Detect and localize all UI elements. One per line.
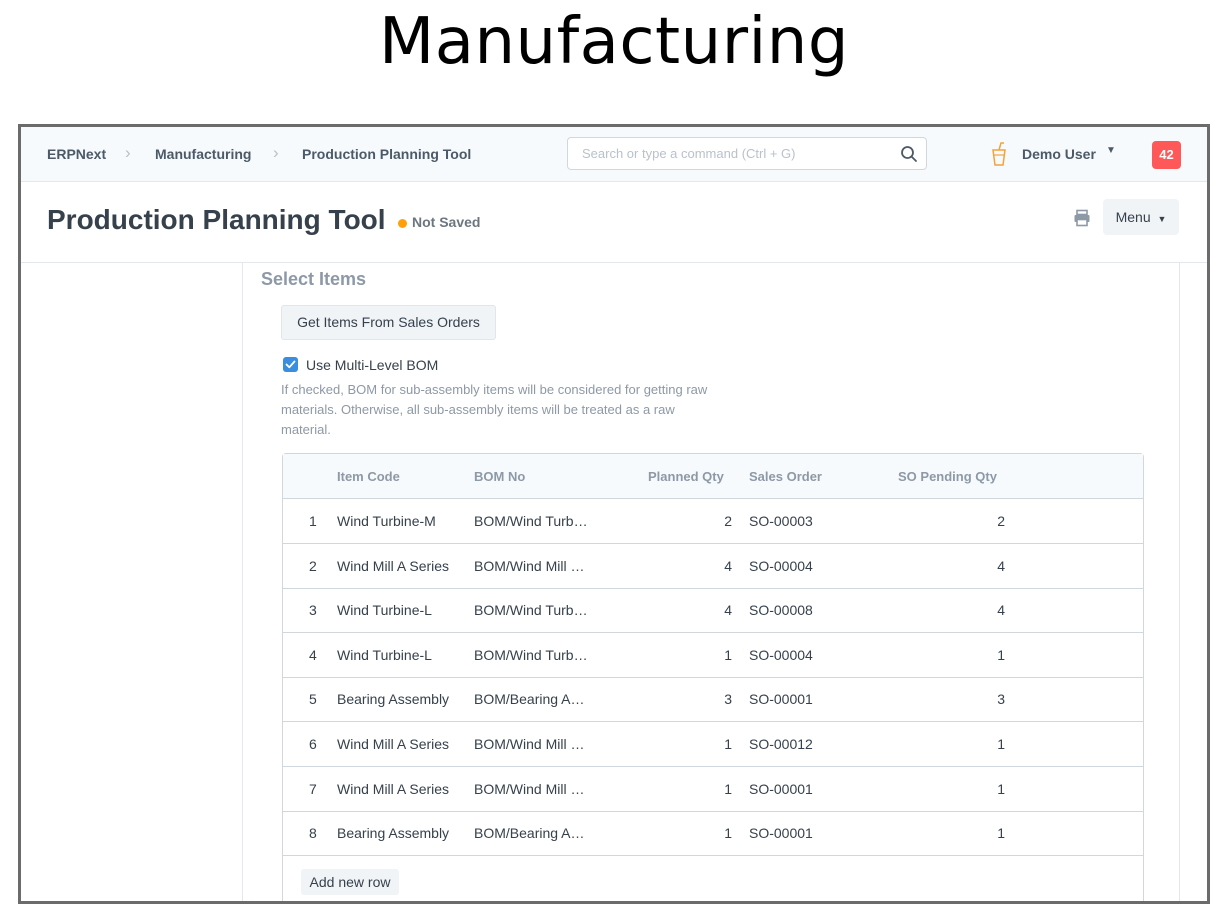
cell-so-pending-qty: 4 — [997, 602, 1005, 619]
table-row[interactable]: 1 Wind Turbine-M BOM/Wind Turb… 2 SO-00003 2 — [283, 499, 1143, 544]
cell-item-code: Bearing Assembly — [337, 691, 450, 708]
cell-planned-qty: 4 — [724, 557, 732, 574]
slide-title: Manufacturing — [379, 5, 849, 79]
table-row[interactable]: 6 Wind Mill A Series BOM/Wind Mill … 1 SO-00… — [283, 722, 1143, 767]
cell-so-pending-qty: 2 — [997, 513, 1005, 529]
row-index: 1 — [309, 513, 317, 529]
cell-planned-qty: 1 — [724, 780, 732, 797]
row-index: 2 — [309, 557, 317, 574]
row-index: 5 — [309, 691, 317, 708]
cell-bom-no: BOM/Wind Turb… — [474, 646, 588, 663]
table-row[interactable]: 7 Wind Mill A Series BOM/Wind Mill … 1 SO-00… — [283, 767, 1143, 812]
cell-item-code: Wind Mill A Series — [337, 557, 450, 574]
cell-planned-qty: 3 — [724, 691, 732, 708]
row-index: 6 — [309, 736, 317, 752]
cell-bom-no: BOM/Bearing A… — [474, 825, 585, 842]
cell-bom-no: BOM/Wind Turb… — [474, 513, 588, 529]
cell-bom-no: BOM/Wind Mill … — [474, 780, 585, 797]
cell-bom-no: BOM/Bearing A… — [474, 691, 585, 708]
cell-sales-order: SO-00004 — [749, 646, 813, 663]
cell-bom-no: BOM/Wind Mill … — [474, 736, 585, 752]
table-header: Item Code BOM No Planned Qty Sales Order… — [283, 454, 1143, 499]
help-text: If checked, BOM for sub-assembly items w… — [281, 382, 708, 437]
column-header-item-code: Item Code — [337, 469, 400, 484]
checkmark-icon — [285, 360, 296, 369]
cell-sales-order: SO-00012 — [749, 736, 813, 752]
table-row[interactable]: 4 Wind Turbine-L BOM/Wind Turb… 1 SO-00004 1 — [283, 633, 1143, 678]
cell-sales-order: SO-00001 — [749, 691, 813, 708]
cell-so-pending-qty: 1 — [997, 825, 1005, 842]
row-index: 8 — [309, 825, 317, 842]
section-title: Select Items — [261, 269, 367, 289]
cell-so-pending-qty: 4 — [997, 557, 1005, 574]
cell-planned-qty: 1 — [724, 646, 732, 663]
cell-bom-no: BOM/Wind Turb… — [474, 602, 588, 619]
app-window: ERPNext › Manufacturing › Production Pla… — [18, 124, 1210, 904]
cell-item-code: Wind Mill A Series — [337, 780, 450, 797]
cell-so-pending-qty: 1 — [997, 646, 1005, 663]
cell-sales-order: SO-00008 — [749, 602, 813, 619]
column-header-so-pending-qty: SO Pending Qty — [898, 469, 997, 484]
row-index: 7 — [309, 780, 317, 797]
cell-so-pending-qty: 1 — [997, 736, 1005, 752]
items-table: Item Code BOM No Planned Qty Sales Order… — [282, 453, 1144, 901]
cell-planned-qty: 2 — [724, 513, 732, 529]
cell-planned-qty: 1 — [724, 736, 732, 752]
add-new-row-button[interactable]: Add new row — [301, 869, 399, 895]
table-row[interactable]: 8 Bearing Assembly BOM/Bearing A… 1 SO-00001… — [283, 811, 1143, 857]
cell-item-code: Bearing Assembly — [337, 825, 450, 842]
row-index: 3 — [309, 602, 317, 619]
cell-so-pending-qty: 3 — [997, 691, 1005, 708]
column-header-sales-order: Sales Order — [749, 469, 822, 484]
cell-planned-qty: 4 — [724, 602, 732, 619]
cell-bom-no: BOM/Wind Mill … — [474, 557, 585, 574]
column-header-bom-no: BOM No — [474, 469, 526, 484]
get-items-from-sales-orders-button[interactable]: Get Items From Sales Orders — [281, 305, 496, 340]
table-row[interactable]: 3 Wind Turbine-L BOM/Wind Turb… 4 SO-00008 4 — [283, 588, 1143, 634]
use-multi-level-bom-label: Use Multi-Level BOM — [306, 357, 439, 373]
cell-sales-order: SO-00003 — [749, 513, 813, 529]
cell-item-code: Wind Turbine-L — [337, 602, 432, 619]
cell-so-pending-qty: 1 — [997, 780, 1005, 797]
column-header-planned-qty: Planned Qty — [648, 469, 724, 484]
table-row[interactable]: 5 Bearing Assembly BOM/Bearing A… 3 SO-00001… — [283, 677, 1143, 723]
use-multi-level-bom-checkbox[interactable] — [283, 357, 298, 372]
cell-planned-qty: 1 — [724, 825, 732, 842]
cell-sales-order: SO-00004 — [749, 557, 813, 574]
row-index: 4 — [309, 646, 317, 663]
table-row[interactable]: 2 Wind Mill A Series BOM/Wind Mill … 4 SO-00… — [283, 544, 1143, 589]
cell-sales-order: SO-00001 — [749, 825, 813, 842]
cell-item-code: Wind Turbine-L — [337, 646, 432, 663]
cell-sales-order: SO-00001 — [749, 780, 813, 797]
cell-item-code: Wind Mill A Series — [337, 736, 450, 752]
cell-item-code: Wind Turbine-M — [337, 513, 436, 529]
